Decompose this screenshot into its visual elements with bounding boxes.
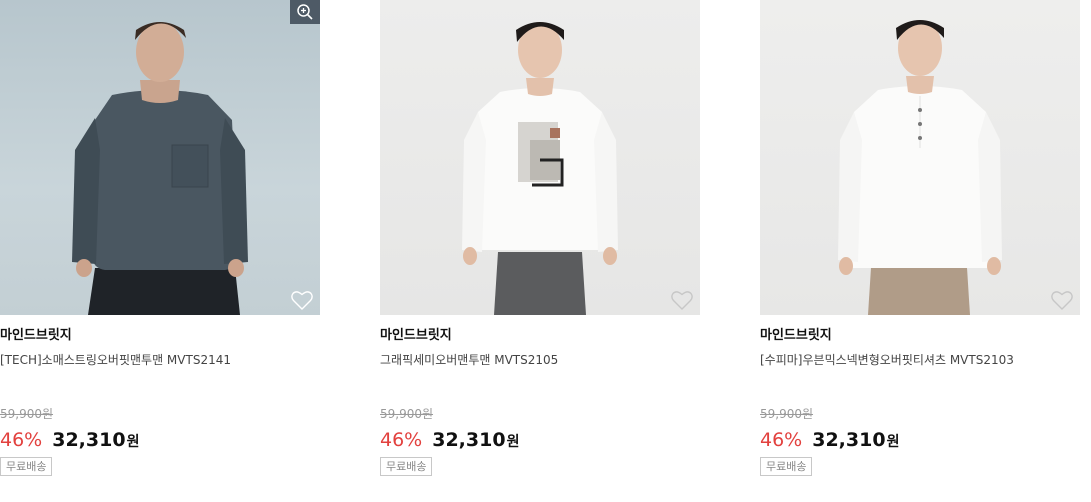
brand-name[interactable]: 마인드브릿지	[760, 327, 1080, 345]
brand-name[interactable]: 마인드브릿지	[380, 327, 700, 345]
product-photo	[838, 20, 1002, 315]
price-row: 46% 32,310 원	[380, 426, 700, 454]
heart-outline-icon[interactable]	[290, 289, 314, 311]
sale-price: 32,310	[432, 429, 506, 451]
product-name[interactable]: 그래픽세미오버맨투맨 MVTS2105	[380, 352, 700, 368]
price-row: 46% 32,310 원	[760, 426, 1080, 454]
original-price: 59,900원	[0, 407, 54, 421]
sale-price: 32,310	[52, 429, 126, 451]
product-photo	[462, 22, 618, 315]
free-shipping-badge: 무료배송	[380, 457, 433, 476]
zoom-in-icon	[297, 4, 313, 20]
product-card[interactable]: 마인드브릿지 그래픽세미오버맨투맨 MVTS2105 59,900원 46% 3…	[380, 0, 700, 502]
product-image[interactable]	[760, 0, 1080, 315]
discount-rate: 46%	[0, 429, 43, 451]
product-image[interactable]	[0, 0, 320, 315]
product-card[interactable]: 마인드브릿지 [TECH]소매스트링오버핏맨투맨 MVTS2141 59,900…	[0, 0, 320, 502]
product-image[interactable]	[380, 0, 700, 315]
sale-price: 32,310	[812, 429, 886, 451]
currency-unit: 원	[126, 434, 140, 450]
heart-outline-icon[interactable]	[670, 289, 694, 311]
discount-rate: 46%	[760, 429, 803, 451]
price-row: 46% 32,310 원	[0, 426, 320, 454]
product-card[interactable]: 마인드브릿지 [수피마]우븐믹스넥변형오버핏티셔츠 MVTS2103 59,90…	[760, 0, 1080, 502]
free-shipping-badge: 무료배송	[0, 457, 53, 476]
product-name[interactable]: [수피마]우븐믹스넥변형오버핏티셔츠 MVTS2103	[760, 352, 1080, 368]
currency-unit: 원	[506, 434, 520, 450]
discount-rate: 46%	[380, 429, 423, 451]
product-grid: 마인드브릿지 [TECH]소매스트링오버핏맨투맨 MVTS2141 59,900…	[0, 0, 1091, 502]
heart-outline-icon[interactable]	[1050, 289, 1074, 311]
currency-unit: 원	[886, 434, 900, 450]
free-shipping-badge: 무료배송	[760, 457, 813, 476]
brand-name[interactable]: 마인드브릿지	[0, 327, 320, 345]
product-photo	[72, 22, 248, 315]
zoom-button[interactable]	[290, 0, 320, 24]
product-name[interactable]: [TECH]소매스트링오버핏맨투맨 MVTS2141	[0, 352, 320, 368]
original-price: 59,900원	[380, 407, 434, 421]
original-price: 59,900원	[760, 407, 814, 421]
